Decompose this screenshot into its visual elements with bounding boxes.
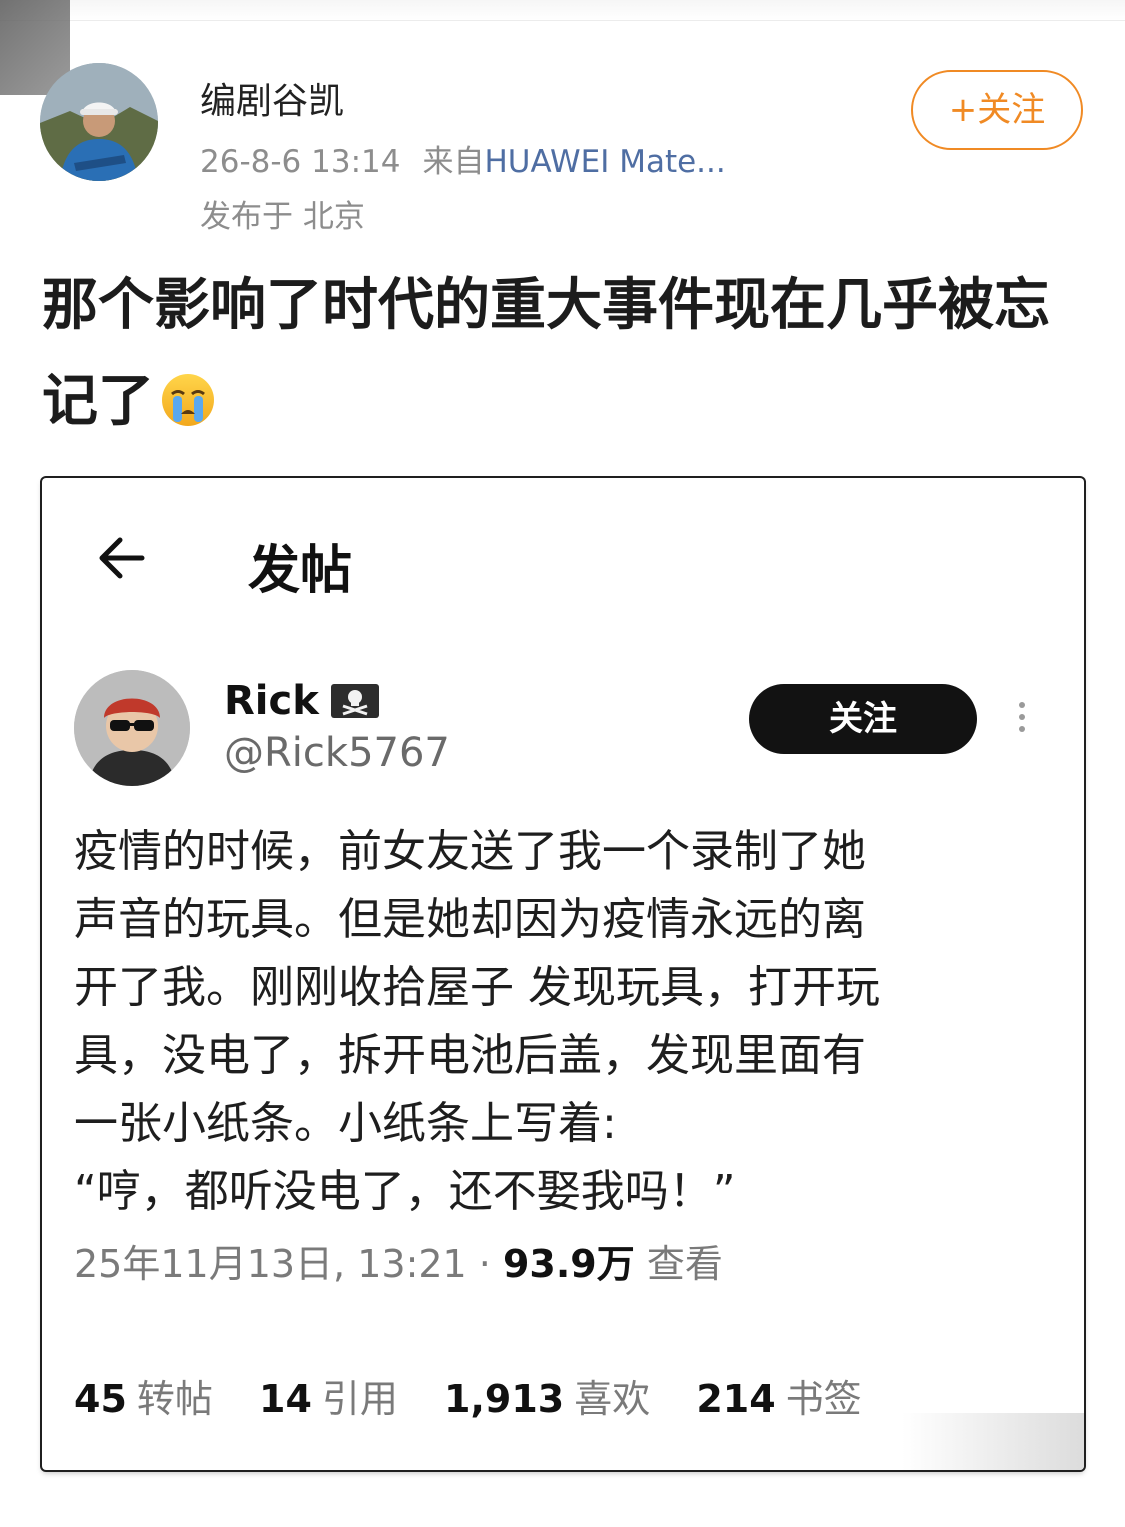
tweet-date: 25年11月13日, 13:21 · — [74, 1242, 491, 1286]
rick-name-text: Rick — [224, 678, 319, 724]
screenshot-edge-shadow — [902, 1413, 1084, 1470]
rick-follow-button[interactable]: 关注 — [749, 684, 977, 754]
rick-handle: @Rick5767 — [224, 730, 450, 776]
tweet-stats: 45 转帖 14 引用 1,913 喜欢 214 书签 — [74, 1368, 896, 1423]
stat-likes[interactable]: 1,913 喜欢 — [444, 1368, 650, 1423]
author-avatar[interactable] — [40, 63, 158, 181]
top-bar — [0, 0, 1125, 21]
rick-name[interactable]: Rick — [224, 678, 379, 724]
crying-face-icon — [160, 372, 216, 428]
follow-button[interactable]: +关注 — [911, 70, 1083, 150]
embedded-screenshot: 发帖 Rick @Rick5767 关注 疫情的时候，前女友送了我一个录制了她 … — [42, 478, 1084, 1470]
post-text: 那个影响了时代的重大事件现在几乎被忘记了 — [42, 258, 1087, 450]
post-meta: 26-8-6 13:14 来自HUAWEI Mate... — [200, 136, 726, 181]
stat-quotes[interactable]: 14 引用 — [259, 1368, 398, 1423]
tweet-views-count: 93.9万 — [502, 1242, 635, 1286]
tweet-views-label: 查看 — [646, 1242, 723, 1286]
author-name[interactable]: 编剧谷凯 — [200, 72, 344, 124]
post-location: 发布于 北京 — [200, 199, 365, 235]
tweet-body: 疫情的时候，前女友送了我一个录制了她 声音的玩具。但是她却因为疫情永远的离 开了… — [74, 826, 880, 1217]
rick-avatar[interactable] — [74, 670, 190, 786]
tweet-meta: 25年11月13日, 13:21 · 93.9万 查看 — [74, 1233, 723, 1288]
device-link[interactable]: HUAWEI Mate... — [484, 144, 725, 180]
more-options-icon[interactable] — [1010, 698, 1034, 748]
post-source-prefix: 来自 — [422, 144, 485, 180]
screenshot-page-title: 发帖 — [248, 541, 353, 601]
stat-bookmarks[interactable]: 214 书签 — [696, 1368, 861, 1423]
pirate-flag-icon — [330, 684, 379, 718]
back-arrow-icon[interactable] — [94, 530, 150, 586]
post-timestamp: 26-8-6 13:14 — [200, 144, 401, 180]
stat-reposts[interactable]: 45 转帖 — [74, 1368, 213, 1423]
